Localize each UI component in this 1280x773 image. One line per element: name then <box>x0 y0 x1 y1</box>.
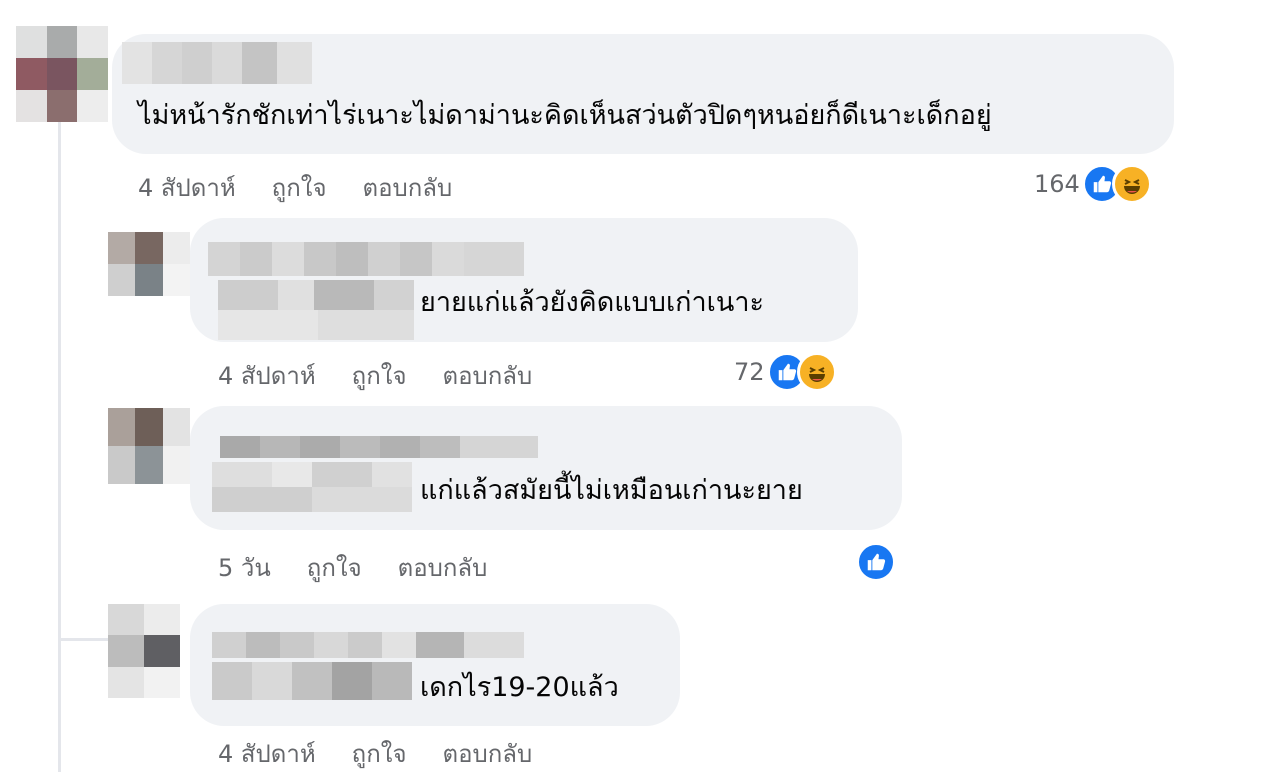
like-button[interactable]: ถูกใจ <box>352 356 407 395</box>
comment-timestamp[interactable]: 4 สัปดาห์ <box>138 168 236 207</box>
avatar[interactable] <box>108 232 190 296</box>
reply-button[interactable]: ตอบกลับ <box>443 734 533 773</box>
reaction-summary[interactable] <box>856 542 896 582</box>
reply-button[interactable]: ตอบกลับ <box>443 356 533 395</box>
reply-timestamp[interactable]: 5 วัน <box>218 548 271 587</box>
reaction-summary[interactable]: 72 <box>734 352 837 392</box>
author-name[interactable] <box>122 42 312 84</box>
reply-button[interactable]: ตอบกลับ <box>363 168 453 207</box>
like-button[interactable]: ถูกใจ <box>272 168 327 207</box>
tagged-name[interactable] <box>218 280 414 340</box>
reply-text: ยายแก่แล้วยังคิดแบบเก่าเนาะ <box>420 287 765 318</box>
like-icon <box>856 542 896 582</box>
reply-actions: 4 สัปดาห์ ถูกใจ ตอบกลับ <box>218 734 568 773</box>
reply-button[interactable]: ตอบกลับ <box>398 548 488 587</box>
tagged-name[interactable] <box>212 662 412 700</box>
reply-actions: 5 วัน ถูกใจ ตอบกลับ <box>218 548 523 587</box>
reply-actions: 4 สัปดาห์ ถูกใจ ตอบกลับ <box>218 356 568 395</box>
comment-text: ไม่หน้ารักชักเท่าไร่เนาะไม่ดาม่านะคิดเห็… <box>138 100 992 131</box>
like-button[interactable]: ถูกใจ <box>352 734 407 773</box>
haha-icon <box>1111 164 1152 204</box>
thread-branch <box>58 638 108 641</box>
like-button[interactable]: ถูกใจ <box>307 548 362 587</box>
tagged-name[interactable] <box>212 462 412 512</box>
avatar[interactable] <box>16 26 108 122</box>
avatar[interactable] <box>108 408 190 484</box>
reply-text: เดกไร19-20แล้ว <box>420 672 619 703</box>
reaction-count: 164 <box>1034 170 1080 198</box>
author-name[interactable] <box>220 436 538 458</box>
author-name[interactable] <box>208 242 524 276</box>
reply-timestamp[interactable]: 4 สัปดาห์ <box>218 356 316 395</box>
reply-timestamp[interactable]: 4 สัปดาห์ <box>218 734 316 773</box>
reply-text: แก่แล้วสมัยนี้ไม่เหมือนเก่านะยาย <box>420 475 803 506</box>
reaction-summary[interactable]: 164 <box>1034 164 1152 204</box>
haha-icon <box>796 352 837 392</box>
reaction-count: 72 <box>734 358 765 386</box>
author-name[interactable] <box>212 632 524 658</box>
comment-actions: 4 สัปดาห์ ถูกใจ ตอบกลับ <box>138 168 488 207</box>
thread-line <box>58 122 61 772</box>
avatar[interactable] <box>108 604 180 698</box>
